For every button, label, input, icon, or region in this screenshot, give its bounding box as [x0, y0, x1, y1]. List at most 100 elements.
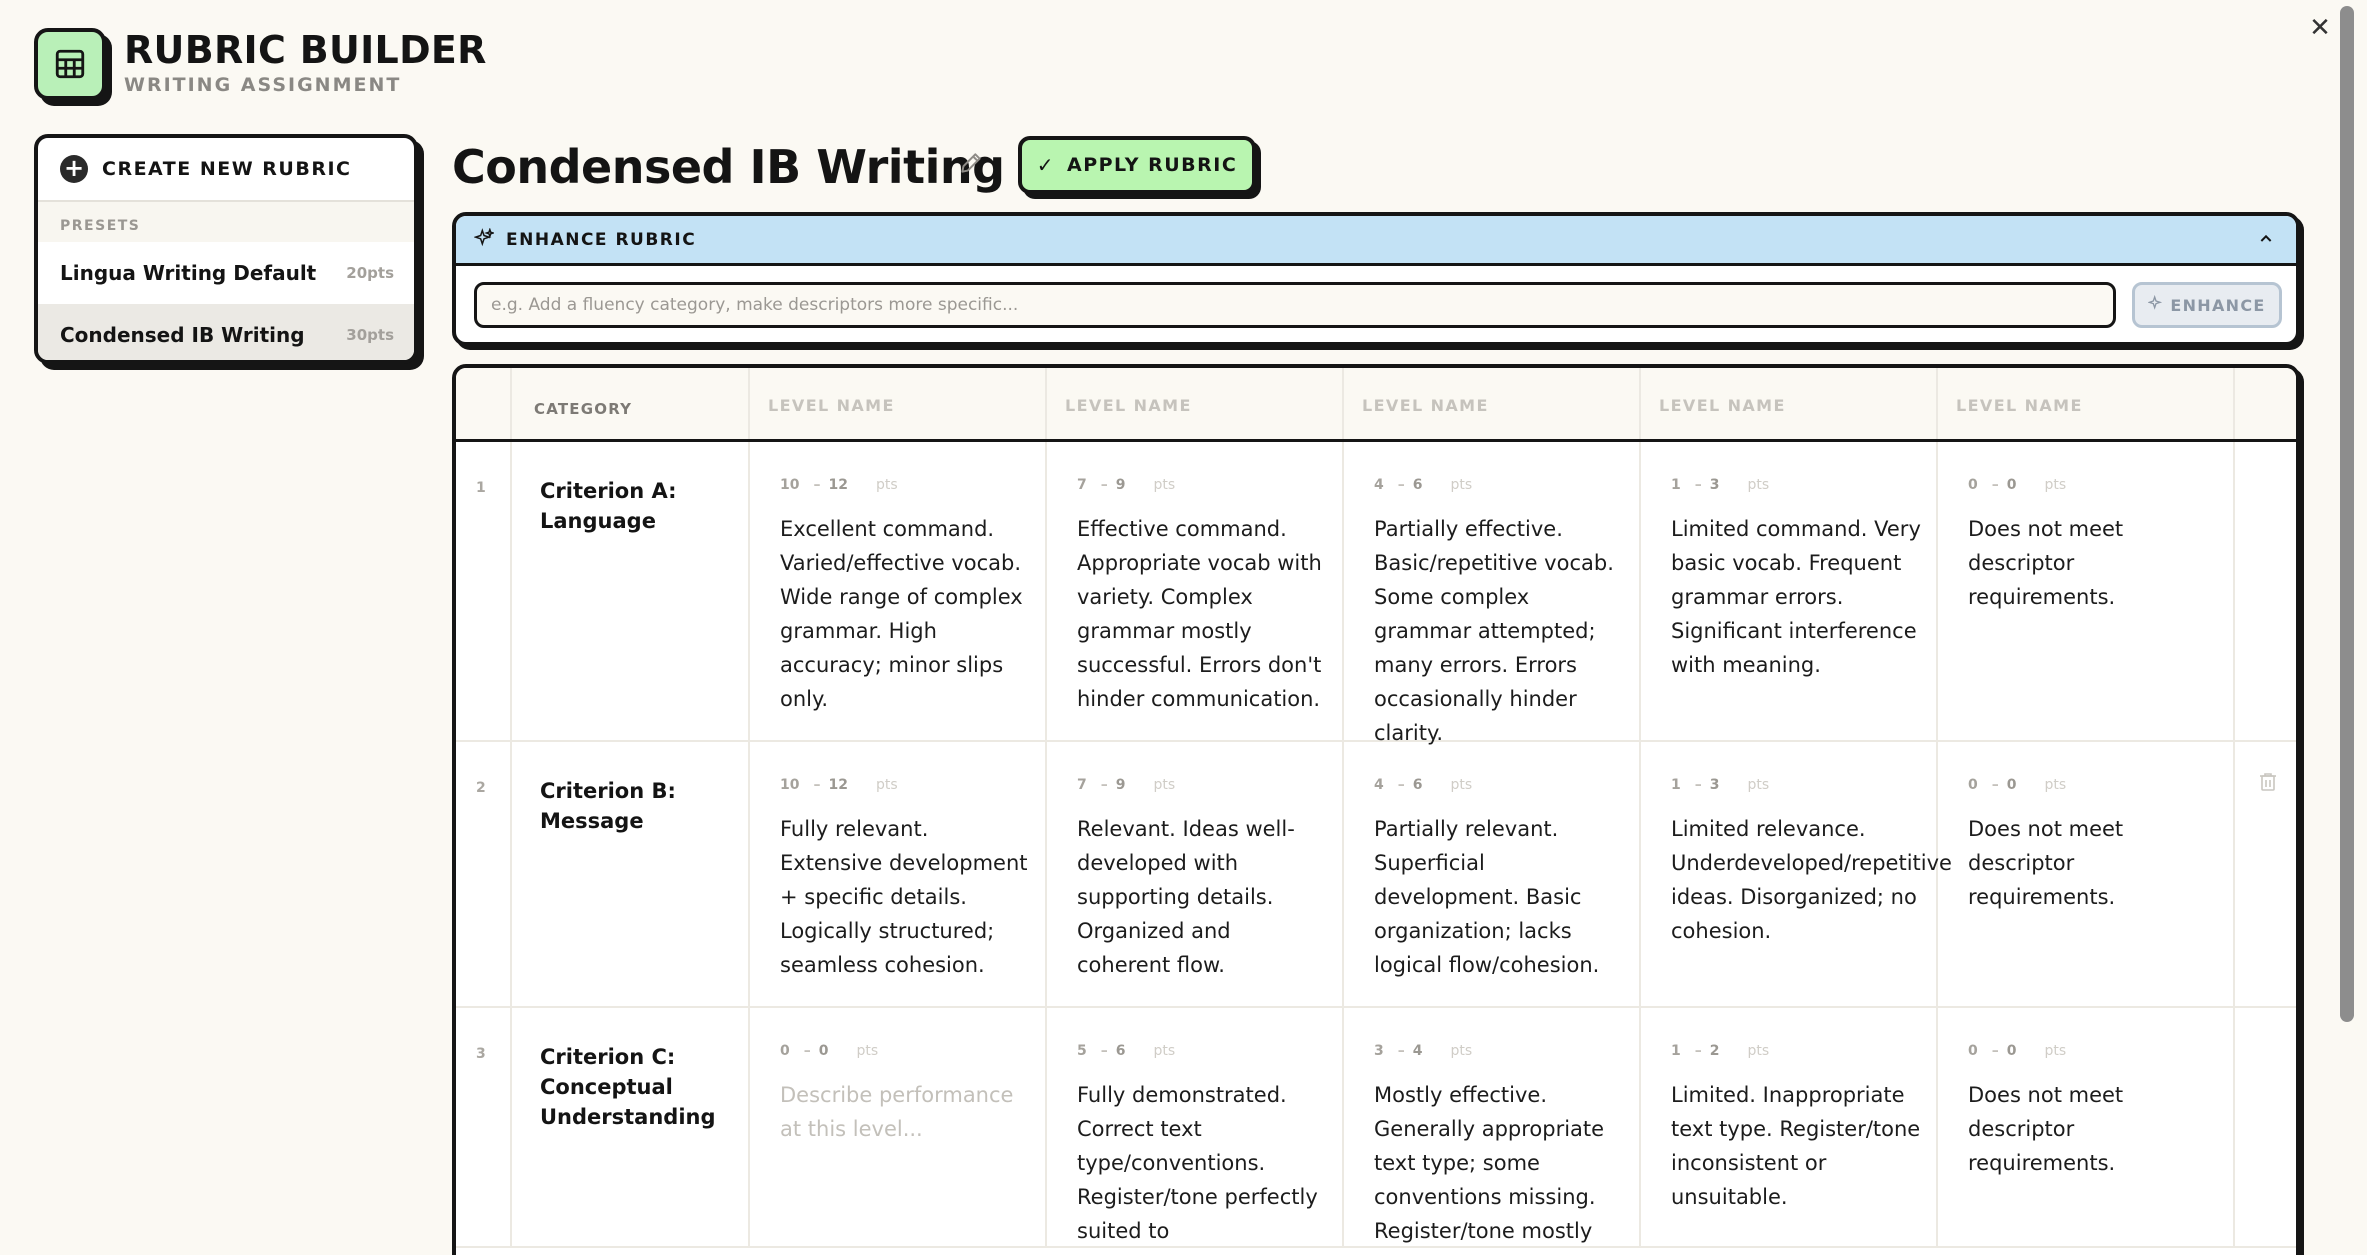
category-name-input[interactable]: Criterion A: Language — [512, 442, 750, 740]
range-dash: – — [1694, 777, 1702, 793]
create-new-rubric-button[interactable]: + CREATE NEW RUBRIC — [38, 138, 414, 202]
min-points-input[interactable]: 7 — [1077, 477, 1087, 493]
max-points-input[interactable]: 0 — [2007, 477, 2017, 493]
preset-points: 20pts — [346, 264, 394, 282]
points-unit: pts — [856, 1043, 879, 1059]
row-number: 1 — [456, 442, 512, 740]
enhance-instructions-input[interactable] — [474, 282, 2116, 328]
points-unit: pts — [1747, 1043, 1770, 1059]
enhance-button-label: ENHANCE — [2170, 295, 2266, 315]
descriptor-textarea[interactable]: Partially effective. Basic/repetitive vo… — [1374, 512, 1625, 750]
apply-rubric-button[interactable]: ✓ APPLY RUBRIC — [1018, 136, 1256, 194]
level-cell: 0–0 pts Does not meet descriptor requireme… — [1938, 1008, 2235, 1246]
descriptor-textarea[interactable]: Limited command. Very basic vocab. Frequ… — [1671, 512, 1922, 682]
preset-item-condensed-ib-writing[interactable]: Condensed IB Writing 30pts — [38, 304, 414, 360]
scrollbar-thumb[interactable] — [2340, 6, 2354, 1022]
max-points-input[interactable]: 4 — [1413, 1043, 1423, 1059]
level-name-input[interactable]: LEVEL NAME — [750, 368, 1047, 439]
min-points-input[interactable]: 5 — [1077, 1043, 1087, 1059]
min-points-input[interactable]: 1 — [1671, 1043, 1681, 1059]
min-points-input[interactable]: 0 — [1968, 777, 1978, 793]
points-range: 10–12 pts — [780, 774, 1031, 796]
descriptor-textarea[interactable]: Does not meet descriptor requirements. — [1968, 1078, 2219, 1180]
min-points-input[interactable]: 0 — [780, 1043, 790, 1059]
max-points-input[interactable]: 0 — [2007, 1043, 2017, 1059]
max-points-input[interactable]: 6 — [1116, 1043, 1126, 1059]
category-name-input[interactable]: Criterion C: Conceptual Understanding — [512, 1008, 750, 1246]
row-actions — [2235, 742, 2296, 1006]
row-number-header — [456, 368, 512, 439]
max-points-input[interactable]: 0 — [819, 1043, 829, 1059]
create-new-rubric-label: CREATE NEW RUBRIC — [102, 158, 352, 180]
row-number: 3 — [456, 1008, 512, 1246]
max-points-input[interactable]: 6 — [1413, 477, 1423, 493]
min-points-input[interactable]: 0 — [1968, 477, 1978, 493]
preset-item-lingua-writing-default[interactable]: Lingua Writing Default 20pts — [38, 242, 414, 304]
rubric-sidebar: + CREATE NEW RUBRIC PRESETS Lingua Writi… — [34, 134, 418, 364]
max-points-input[interactable]: 6 — [1413, 777, 1423, 793]
level-name-input[interactable]: LEVEL NAME — [1344, 368, 1641, 439]
level-cell: 5–6 pts Fully demonstrated. Correct text t… — [1047, 1008, 1344, 1246]
rubric-builder-modal: ✕ RUBRIC BUILDER WRITING ASSIGNMENT + CR… — [0, 0, 2367, 1255]
max-points-input[interactable]: 3 — [1710, 777, 1720, 793]
pencil-icon[interactable] — [958, 150, 988, 180]
min-points-input[interactable]: 3 — [1374, 1043, 1384, 1059]
range-dash: – — [1991, 777, 1999, 793]
range-dash: – — [1100, 1043, 1108, 1059]
range-dash: – — [813, 777, 821, 793]
range-dash: – — [1397, 477, 1405, 493]
min-points-input[interactable]: 1 — [1671, 477, 1681, 493]
preset-name: Condensed IB Writing — [60, 323, 305, 347]
descriptor-textarea[interactable]: Describe performance at this level... — [780, 1078, 1031, 1146]
min-points-input[interactable]: 10 — [780, 477, 799, 493]
max-points-input[interactable]: 0 — [2007, 777, 2017, 793]
descriptor-textarea[interactable]: Does not meet descriptor requirements. — [1968, 812, 2219, 914]
descriptor-textarea[interactable]: Mostly effective. Generally appropriate … — [1374, 1078, 1625, 1248]
level-name-input[interactable]: LEVEL NAME — [1938, 368, 2235, 439]
max-points-input[interactable]: 3 — [1710, 477, 1720, 493]
min-points-input[interactable]: 10 — [780, 777, 799, 793]
chevron-up-icon[interactable] — [2258, 228, 2274, 252]
points-unit: pts — [875, 477, 898, 493]
max-points-input[interactable]: 9 — [1116, 477, 1126, 493]
apply-rubric-label: APPLY RUBRIC — [1067, 154, 1238, 176]
points-unit: pts — [2044, 777, 2067, 793]
level-cell: 4–6 pts Partially relevant. Superficial de… — [1344, 742, 1641, 1006]
max-points-input[interactable]: 12 — [828, 477, 847, 493]
level-name-input[interactable]: LEVEL NAME — [1641, 368, 1938, 439]
min-points-input[interactable]: 4 — [1374, 777, 1384, 793]
points-unit: pts — [875, 777, 898, 793]
level-cell: 1–3 pts Limited command. Very basic vocab.… — [1641, 442, 1938, 740]
descriptor-textarea[interactable]: Effective command. Appropriate vocab wit… — [1077, 512, 1328, 716]
rubric-title: Condensed IB Writing — [452, 140, 1005, 194]
table-body: 1 Criterion A: Language 10–12 pts Excellent … — [456, 442, 2296, 1248]
descriptor-textarea[interactable]: Fully demonstrated. Correct text type/co… — [1077, 1078, 1328, 1248]
max-points-input[interactable]: 12 — [828, 777, 847, 793]
table-header-row: CATEGORY LEVEL NAME LEVEL NAME LEVEL NAM… — [456, 368, 2296, 442]
trash-icon[interactable] — [2259, 772, 2277, 792]
descriptor-textarea[interactable]: Does not meet descriptor requirements. — [1968, 512, 2219, 614]
level-name-input[interactable]: LEVEL NAME — [1047, 368, 1344, 439]
enhance-button[interactable]: ENHANCE — [2132, 282, 2282, 328]
descriptor-textarea[interactable]: Limited. Inappropriate text type. Regist… — [1671, 1078, 1922, 1214]
enhance-rubric-panel: ENHANCE RUBRIC ENHANCE — [452, 212, 2300, 346]
descriptor-textarea[interactable]: Relevant. Ideas well-developed with supp… — [1077, 812, 1328, 982]
min-points-input[interactable]: 1 — [1671, 777, 1681, 793]
table-grid-icon — [34, 28, 106, 100]
descriptor-textarea[interactable]: Excellent command. Varied/effective voca… — [780, 512, 1031, 716]
min-points-input[interactable]: 0 — [1968, 1043, 1978, 1059]
close-button[interactable]: ✕ — [2308, 12, 2332, 44]
presets-heading: PRESETS — [38, 202, 414, 242]
level-cell: 7–9 pts Effective command. Appropriate voc… — [1047, 442, 1344, 740]
max-points-input[interactable]: 2 — [1710, 1043, 1720, 1059]
points-range: 7–9 pts — [1077, 474, 1328, 496]
min-points-input[interactable]: 7 — [1077, 777, 1087, 793]
category-name-input[interactable]: Criterion B: Message — [512, 742, 750, 1006]
descriptor-textarea[interactable]: Limited relevance. Underdeveloped/repeti… — [1671, 812, 1952, 948]
enhance-rubric-toggle[interactable]: ENHANCE RUBRIC — [456, 216, 2296, 266]
descriptor-textarea[interactable]: Partially relevant. Superficial developm… — [1374, 812, 1625, 982]
min-points-input[interactable]: 4 — [1374, 477, 1384, 493]
descriptor-textarea[interactable]: Fully relevant. Extensive development + … — [780, 812, 1031, 982]
max-points-input[interactable]: 9 — [1116, 777, 1126, 793]
level-cell: 1–3 pts Limited relevance. Underdeveloped/… — [1641, 742, 1952, 1006]
